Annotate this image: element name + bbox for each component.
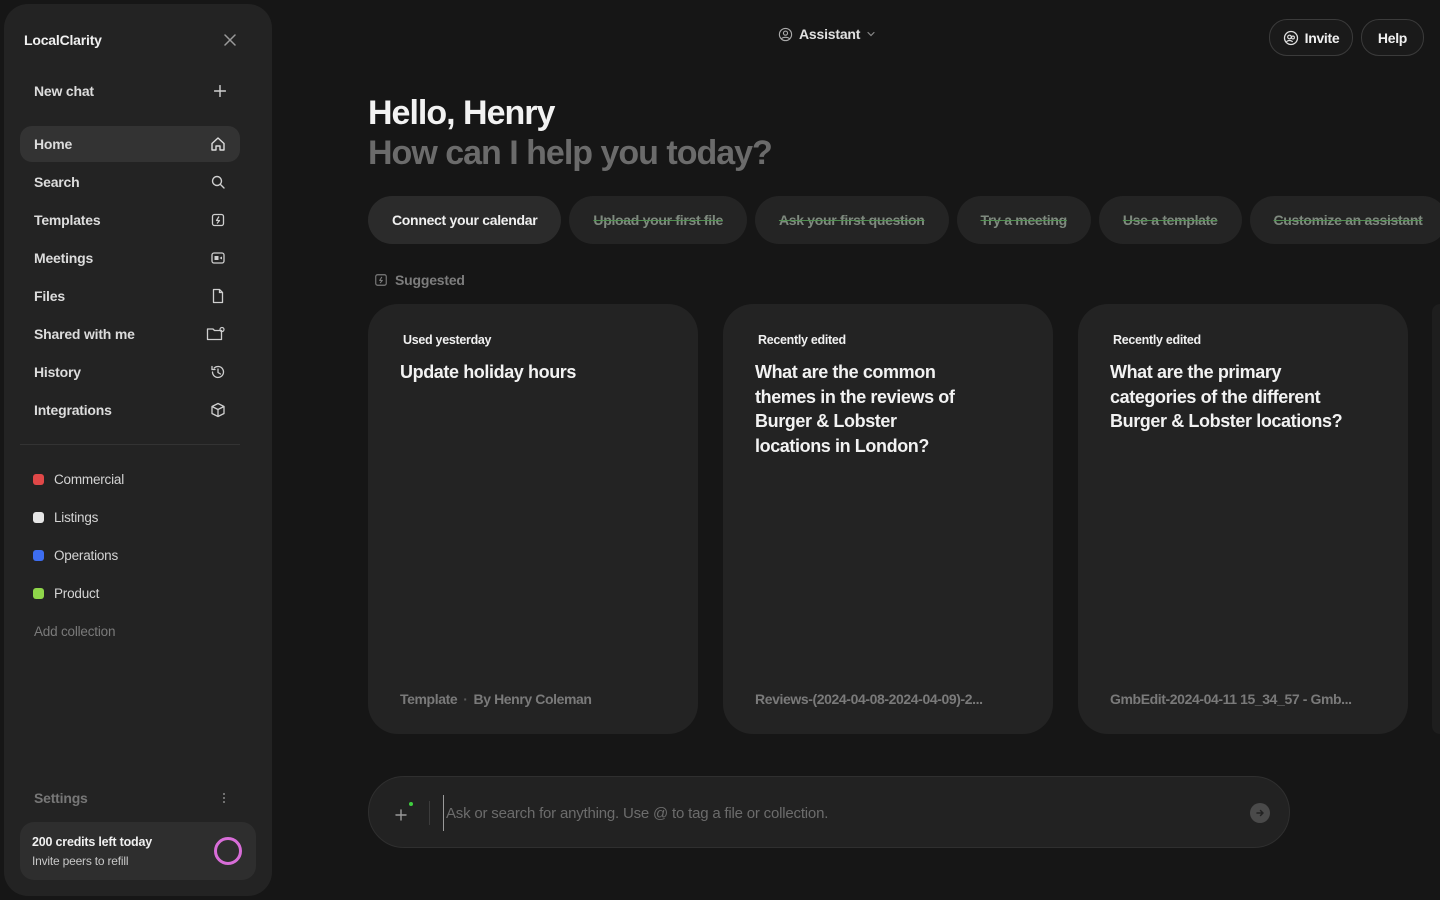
collection-label: Commercial <box>54 471 125 487</box>
invite-users-icon <box>1283 30 1298 45</box>
plus-icon <box>214 85 226 97</box>
close-icon <box>224 34 236 46</box>
collection-item-operations[interactable]: Operations <box>20 536 240 574</box>
invite-label: Invite <box>1304 29 1340 46</box>
onboarding-chips: Connect your calendar Upload your first … <box>368 196 1440 244</box>
home-icon <box>211 137 225 151</box>
template-icon <box>211 213 225 227</box>
sidebar-item-shared-with-me[interactable]: Shared with me <box>20 316 240 352</box>
card-title: Update holiday hours <box>400 362 577 382</box>
help-label: Help <box>1377 29 1408 46</box>
suggested-header: Suggested <box>374 272 465 288</box>
card-badge: Recently edited <box>1113 333 1201 347</box>
sidebar-item-label: History <box>34 364 81 380</box>
plus-sparkle-icon <box>395 802 413 821</box>
card-footer: Reviews-(2024-04-08-2024-04-09)-2... <box>755 691 983 707</box>
credits-title: 200 credits left today <box>32 835 152 849</box>
sidebar-divider <box>20 444 240 445</box>
suggestion-card[interactable]: Used yesterday Update holiday hours Temp… <box>368 304 698 734</box>
collection-label: Listings <box>54 509 99 525</box>
suggestion-card[interactable]: Recently edited What are the common them… <box>723 304 1053 734</box>
settings-label: Settings <box>34 790 88 806</box>
chip-connect-calendar[interactable]: Connect your calendar <box>368 196 562 244</box>
chip-ask-first-question[interactable]: Ask your first question <box>754 196 949 244</box>
suggestion-card-peek[interactable] <box>1432 304 1440 734</box>
sidebar-item-label: Templates <box>34 212 101 228</box>
sidebar-nav: Home Search Templates Meetings Files Sha… <box>20 126 240 430</box>
shared-folder-icon <box>206 326 225 341</box>
sidebar-item-label: Search <box>34 174 80 190</box>
invite-button[interactable]: Invite <box>1269 19 1353 56</box>
collection-color-dot <box>33 511 44 523</box>
attach-button[interactable] <box>395 801 417 825</box>
collection-item-commercial[interactable]: Commercial <box>20 460 240 498</box>
sidebar-item-label: Home <box>34 136 73 152</box>
send-button[interactable] <box>1250 803 1270 823</box>
history-icon <box>211 365 225 379</box>
chip-upload-first-file[interactable]: Upload your first file <box>569 196 747 244</box>
credits-ring-icon <box>214 837 242 865</box>
search-icon <box>211 175 225 189</box>
collection-label: Product <box>54 585 100 601</box>
credits-subtitle: Invite peers to refill <box>32 854 129 868</box>
card-title: What are the common themes in the review… <box>755 362 955 456</box>
template-icon <box>375 274 387 286</box>
add-collection-button[interactable]: Add collection <box>20 612 240 650</box>
suggestion-card[interactable]: Recently edited What are the primary cat… <box>1078 304 1408 734</box>
greeting-subtitle: How can I help you today? <box>368 134 773 172</box>
sidebar-item-search[interactable]: Search <box>20 164 240 200</box>
card-footer-author: By Henry Coleman <box>473 691 592 707</box>
user-circle-icon <box>778 27 793 41</box>
collection-color-dot <box>33 549 44 561</box>
close-sidebar-button[interactable] <box>220 30 240 50</box>
file-icon <box>212 288 224 304</box>
new-chat-button[interactable]: New chat <box>20 72 240 110</box>
chip-try-meeting[interactable]: Try a meeting <box>956 196 1091 244</box>
chat-input[interactable] <box>443 795 1223 831</box>
cube-icon <box>211 402 225 418</box>
chat-composer <box>368 776 1290 848</box>
video-icon <box>211 252 225 264</box>
sidebar-item-label: Shared with me <box>34 326 135 342</box>
sidebar-item-meetings[interactable]: Meetings <box>20 240 240 276</box>
sidebar: LocalClarity New chat Home Search Templa… <box>4 4 272 896</box>
settings-button[interactable]: Settings <box>20 780 240 816</box>
card-badge: Recently edited <box>758 333 846 347</box>
arrow-right-icon <box>1256 809 1264 817</box>
sidebar-item-templates[interactable]: Templates <box>20 202 240 238</box>
card-title: What are the primary categories of the d… <box>1110 362 1343 431</box>
assistant-selector[interactable]: Assistant <box>778 26 876 42</box>
composer-divider <box>429 801 430 825</box>
card-footer: Template · By Henry Coleman <box>400 691 592 707</box>
more-vertical-icon[interactable] <box>222 792 226 804</box>
sidebar-item-history[interactable]: History <box>20 354 240 390</box>
greeting-title: Hello, Henry <box>368 94 555 132</box>
collection-color-dot <box>33 473 44 485</box>
suggested-label: Suggested <box>395 272 465 288</box>
chevron-down-icon <box>867 31 875 37</box>
sidebar-item-label: Meetings <box>34 250 94 266</box>
new-chat-label: New chat <box>34 83 94 99</box>
card-footer-type: Template <box>400 691 458 707</box>
chip-customize-assistant[interactable]: Customize an assistant <box>1249 196 1440 244</box>
sidebar-item-integrations[interactable]: Integrations <box>20 392 240 428</box>
collection-item-product[interactable]: Product <box>20 574 240 612</box>
assistant-label: Assistant <box>799 26 861 42</box>
credits-panel[interactable]: 200 credits left today Invite peers to r… <box>20 822 256 880</box>
brand-name: LocalClarity <box>24 32 102 48</box>
card-footer: GmbEdit-2024-04-11 15_34_57 - Gmb... <box>1110 691 1352 707</box>
sidebar-item-label: Files <box>34 288 65 304</box>
sidebar-item-files[interactable]: Files <box>20 278 240 314</box>
collection-label: Operations <box>54 547 119 563</box>
card-badge: Used yesterday <box>403 333 492 347</box>
collection-color-dot <box>33 587 44 599</box>
sidebar-item-home[interactable]: Home <box>20 126 240 162</box>
help-button[interactable]: Help <box>1361 19 1424 56</box>
collection-list: Commercial Listings Operations Product A… <box>20 460 240 650</box>
chip-use-template[interactable]: Use a template <box>1098 196 1242 244</box>
collection-item-listings[interactable]: Listings <box>20 498 240 536</box>
sidebar-item-label: Integrations <box>34 402 112 418</box>
